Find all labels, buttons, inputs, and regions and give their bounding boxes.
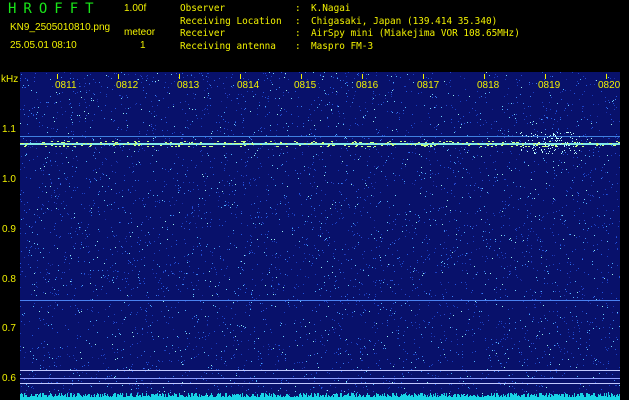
meteor-count: 1	[140, 40, 146, 51]
y-axis: 1.1 1.0 0.9 0.8 0.7 0.6	[0, 72, 20, 400]
line-low-3	[20, 383, 620, 384]
meteor-label: meteor	[124, 27, 156, 38]
y-tick-label: 0.7	[2, 323, 16, 334]
spectrogram-noise	[20, 72, 620, 400]
y-tick-label: 0.6	[2, 373, 16, 384]
x-tick-label: 0813	[176, 80, 201, 91]
x-tick-label: 0816	[355, 80, 380, 91]
x-tick-label: 0815	[293, 80, 318, 91]
x-tick-mark	[118, 74, 119, 79]
x-tick-label: 0812	[115, 80, 140, 91]
x-tick-mark	[545, 74, 546, 79]
info-row-receiver: Receiver: AirSpy mini (Miakejima VOR 108.…	[180, 28, 520, 40]
x-tick-label: 0814	[236, 80, 261, 91]
info-row-observer: Observer: K.Nagai	[180, 3, 351, 14]
x-tick-label: 0817	[416, 80, 441, 91]
info-row-location: Receiving Location: Chigasaki, Japan (139…	[180, 15, 498, 27]
y-tick-label: 0.9	[2, 224, 16, 235]
version-label: 1.00f	[124, 3, 147, 14]
info-row-antenna: Receiving antenna: Maspro FM-3	[180, 41, 374, 53]
y-tick-label: 1.0	[2, 174, 16, 185]
x-tick-mark	[301, 74, 302, 79]
spectrogram-plot[interactable]: 0811 0812 0813 0814 0815 0816 0817 0818 …	[20, 72, 620, 400]
x-tick-mark	[362, 74, 363, 79]
x-tick-label: 0820	[597, 80, 620, 91]
x-tick-mark	[240, 74, 241, 79]
x-tick-mark	[484, 74, 485, 79]
x-tick-label: 0819	[537, 80, 562, 91]
y-tick-label: 0.8	[2, 274, 16, 285]
right-margin	[620, 72, 629, 400]
line-mid	[20, 300, 620, 301]
app-title: HROFFT	[8, 1, 101, 17]
x-tick-mark	[606, 74, 607, 79]
line-low-1	[20, 370, 620, 371]
line-low-2	[20, 378, 620, 379]
filename-label: KN9_2505010810.png	[10, 22, 111, 33]
x-tick-mark	[57, 74, 58, 79]
x-tick-label: 0818	[476, 80, 501, 91]
x-tick-mark	[179, 74, 180, 79]
carrier-line-upper	[20, 136, 620, 137]
x-tick-mark	[423, 74, 424, 79]
x-tick-label: 0811	[54, 80, 78, 91]
station-info: Observer: K.Nagai Receiving Location: Chig…	[180, 3, 520, 54]
y-tick-label: 1.1	[2, 124, 16, 135]
header-panel: HROFFT 1.00f KN9_2505010810.png meteor 2…	[0, 0, 629, 72]
datetime-label: 25.05.01 08:10	[10, 40, 77, 51]
